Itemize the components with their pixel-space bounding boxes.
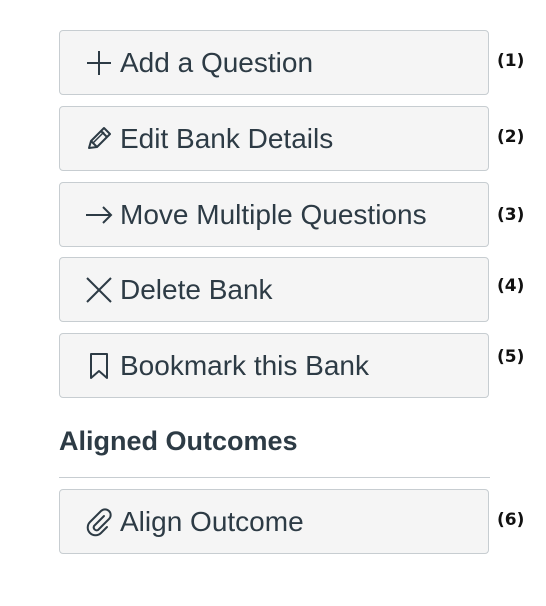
x-icon	[84, 275, 114, 305]
add-question-button[interactable]: Add a Question	[59, 30, 489, 95]
bookmark-icon	[84, 351, 114, 381]
delete-bank-button[interactable]: Delete Bank	[59, 257, 489, 322]
annotation-number-2: (2)	[497, 127, 525, 147]
pencil-icon	[84, 124, 114, 154]
align-outcome-label: Align Outcome	[120, 505, 304, 537]
edit-bank-details-label: Edit Bank Details	[120, 122, 334, 154]
edit-bank-details-button[interactable]: Edit Bank Details	[59, 106, 489, 171]
add-question-label: Add a Question	[120, 46, 314, 78]
move-multiple-questions-button[interactable]: Move Multiple Questions	[59, 182, 489, 247]
aligned-outcomes-heading: Aligned Outcomes	[59, 426, 298, 456]
bookmark-bank-label: Bookmark this Bank	[120, 349, 369, 381]
annotation-number-4: (4)	[497, 276, 525, 296]
paperclip-icon	[84, 507, 114, 537]
annotation-number-5: (5)	[497, 347, 525, 367]
annotation-number-3: (3)	[497, 205, 525, 225]
delete-bank-label: Delete Bank	[120, 273, 273, 305]
move-multiple-questions-label: Move Multiple Questions	[120, 198, 427, 230]
annotation-number-6: (6)	[497, 510, 525, 530]
align-outcome-button[interactable]: Align Outcome	[59, 489, 489, 554]
arrow-right-icon	[84, 200, 114, 230]
plus-icon	[84, 48, 114, 78]
annotation-number-1: (1)	[497, 51, 525, 71]
bookmark-bank-button[interactable]: Bookmark this Bank	[59, 333, 489, 398]
section-divider	[59, 477, 490, 478]
